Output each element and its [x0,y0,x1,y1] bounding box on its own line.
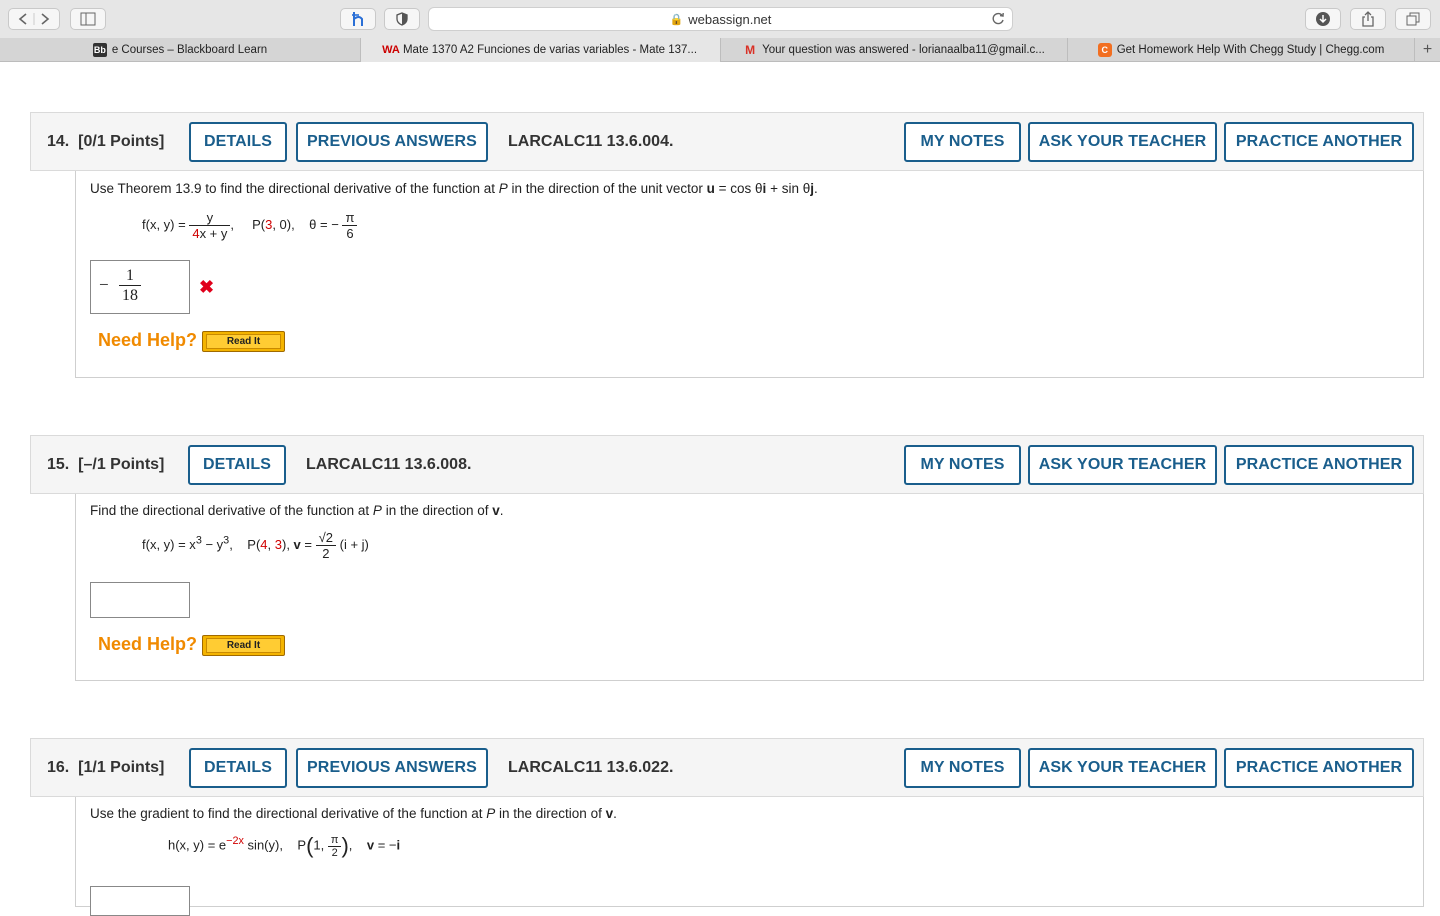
read-it-button[interactable]: Read It [202,331,285,352]
new-tab-button[interactable]: + [1414,38,1440,62]
url-text: webassign.net [688,11,772,27]
my-notes-button[interactable]: MY NOTES [904,748,1021,788]
download-icon [1316,12,1330,26]
function-formula: f(x, y) = y 4x + y, P(3, 0), θ = − π6 [142,210,358,241]
tab-label: Get Homework Help With Chegg Study | Che… [1116,44,1385,56]
question-16-header: 16. [1/1 Points] DETAILS PREVIOUS ANSWER… [30,738,1424,797]
question-15-body: Find the directional derivative of the f… [75,494,1424,681]
gmail-icon: M [745,43,756,57]
share-button[interactable] [1350,8,1386,30]
sidebar-button[interactable] [70,8,106,30]
back-forward-icon[interactable] [10,11,58,27]
lock-icon: 🔒 [669,13,684,26]
tab-bar: Bb e Courses – Blackboard Learn WA Mate … [0,38,1440,62]
question-prompt: Use Theorem 13.9 to find the directional… [90,181,818,196]
tab-chegg[interactable]: C Get Homework Help With Chegg Study | C… [1067,38,1414,62]
function-formula: h(x, y) = e−2x sin(y), P(1, π 2), v = −i [168,833,401,859]
question-code: LARCALC11 13.6.022. [508,759,674,776]
question-code: LARCALC11 13.6.004. [508,133,674,150]
read-it-label: Read It [206,334,281,349]
details-button[interactable]: DETAILS [189,122,287,162]
answer-input[interactable] [90,582,190,618]
my-notes-button[interactable]: MY NOTES [904,445,1021,485]
my-notes-button[interactable]: MY NOTES [904,122,1021,162]
question-number: 14. [0/1 Points] [47,133,165,150]
details-button[interactable]: DETAILS [188,445,286,485]
question-14-body: Use Theorem 13.9 to find the directional… [75,171,1424,378]
question-prompt: Use the gradient to find the directional… [90,806,617,821]
browser-toolbar: 🔒 webassign.net [0,0,1440,38]
honey-icon [352,12,363,26]
tab-label: Mate 1370 A2 Funciones de varias variabl… [402,44,698,56]
answer-field[interactable]: − 1 18 [90,260,190,314]
back-forward-buttons[interactable] [8,8,60,30]
need-help-label: Need Help? [98,330,198,350]
question-code: LARCALC11 13.6.008. [306,456,472,473]
practice-another-button[interactable]: PRACTICE ANOTHER [1224,122,1414,162]
tab-gmail[interactable]: M Your question was answered - lorianaal… [720,38,1067,62]
address-bar[interactable]: 🔒 webassign.net [428,7,1013,31]
question-14-header: 14. [0/1 Points] DETAILS PREVIOUS ANSWER… [30,112,1424,171]
ask-teacher-button[interactable]: ASK YOUR TEACHER [1028,122,1217,162]
need-help-label: Need Help? [98,634,198,654]
share-icon [1362,11,1374,27]
answer-field[interactable] [90,886,190,916]
blackboard-icon: Bb [92,43,107,57]
honey-extension-button[interactable] [340,8,376,30]
reload-icon[interactable] [990,11,1006,27]
tabs-icon [1406,12,1420,26]
tab-blackboard[interactable]: Bb e Courses – Blackboard Learn [0,38,360,62]
shield-icon [396,12,408,26]
tab-label: e Courses – Blackboard Learn [111,44,268,56]
privacy-shield-button[interactable] [384,8,420,30]
read-it-button[interactable]: Read It [202,635,285,656]
answer-fraction: 1 18 [119,266,141,305]
ask-teacher-button[interactable]: ASK YOUR TEACHER [1028,748,1217,788]
incorrect-icon: ✖ [199,277,215,297]
read-it-label: Read It [206,638,281,653]
question-15-header: 15. [–/1 Points] DETAILS LARCALC11 13.6.… [30,435,1424,494]
answer-sign: − [99,275,109,294]
question-prompt: Find the directional derivative of the f… [90,503,504,518]
previous-answers-button[interactable]: PREVIOUS ANSWERS [296,748,488,788]
downloads-button[interactable] [1305,8,1341,30]
sidebar-icon [80,12,96,26]
tab-label: Your question was answered - lorianaalba… [762,44,1045,56]
function-formula: f(x, y) = x3 − y3, P(4, 3), v = √2 2 (i +… [142,530,369,561]
question-16-body: Use the gradient to find the directional… [75,797,1424,916]
practice-another-button[interactable]: PRACTICE ANOTHER [1224,445,1414,485]
details-button[interactable]: DETAILS [189,748,287,788]
ask-teacher-button[interactable]: ASK YOUR TEACHER [1028,445,1217,485]
previous-answers-button[interactable]: PREVIOUS ANSWERS [296,122,488,162]
question-number: 15. [–/1 Points] [47,456,165,473]
practice-another-button[interactable]: PRACTICE ANOTHER [1224,748,1414,788]
tab-webassign[interactable]: WA Mate 1370 A2 Funciones de varias vari… [360,38,720,62]
webassign-icon: WA [382,44,400,56]
tab-overview-button[interactable] [1395,8,1431,30]
question-number: 16. [1/1 Points] [47,759,165,776]
chegg-icon: C [1097,43,1112,57]
